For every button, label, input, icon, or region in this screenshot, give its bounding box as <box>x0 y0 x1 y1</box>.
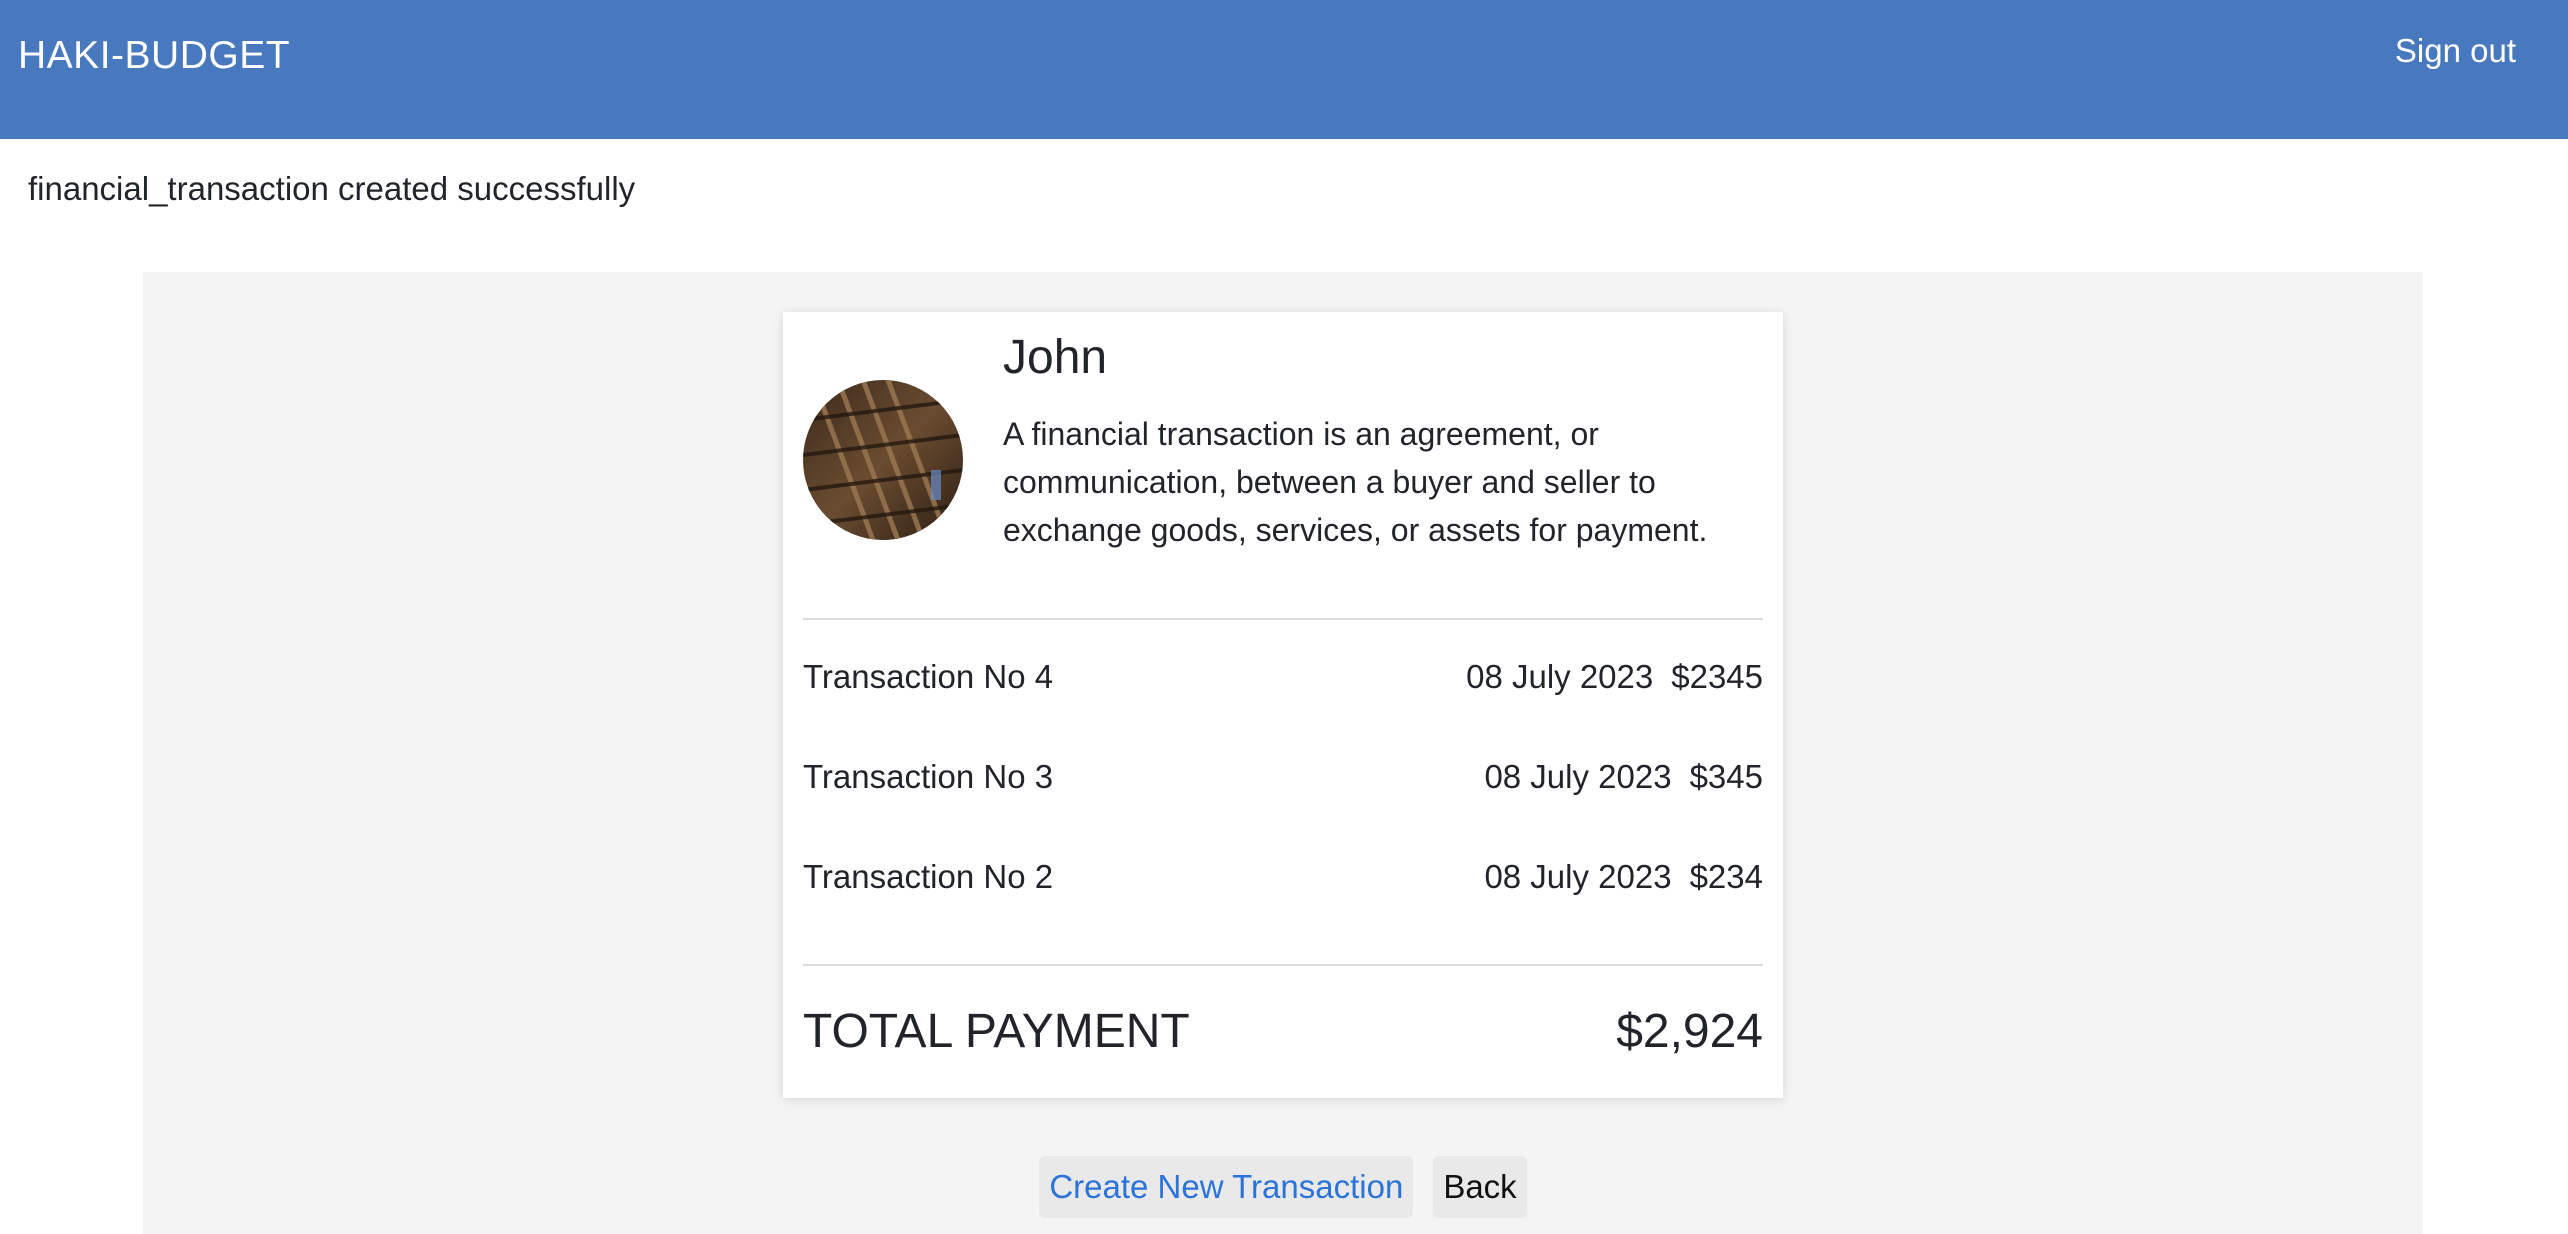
divider <box>803 618 1763 620</box>
transaction-date: 08 July 2023 <box>1484 758 1672 795</box>
transaction-row[interactable]: Transaction No 4 08 July 2023 $2345 <box>803 658 1763 708</box>
transaction-label: Transaction No 4 <box>803 658 1054 695</box>
avatar-image <box>803 380 963 540</box>
transaction-label: Transaction No 3 <box>803 758 1054 795</box>
create-transaction-button[interactable]: Create New Transaction <box>1039 1156 1414 1218</box>
total-label: TOTAL PAYMENT <box>803 1005 1190 1058</box>
total-value: $2,924 <box>1616 1005 1763 1058</box>
user-name: John <box>1003 331 1108 384</box>
transaction-card: John A financial transaction is an agree… <box>783 312 1783 1098</box>
transaction-amount: $234 <box>1689 858 1763 895</box>
back-button[interactable]: Back <box>1433 1156 1527 1218</box>
user-description: A financial transaction is an agreement,… <box>1003 416 1708 548</box>
avatar <box>803 380 963 540</box>
transaction-date: 08 July 2023 <box>1466 658 1654 695</box>
transaction-amount: $345 <box>1689 758 1763 795</box>
top-navbar: HAKI-BUDGET Sign out <box>0 0 2568 139</box>
action-bar: Create New Transaction Back <box>143 1156 2423 1218</box>
transaction-label: Transaction No 2 <box>803 858 1054 895</box>
transaction-row[interactable]: Transaction No 3 08 July 2023 $345 <box>803 758 1763 808</box>
brand-logo[interactable]: HAKI-BUDGET <box>18 34 290 78</box>
flash-notice: financial_transaction created successful… <box>28 170 636 207</box>
transaction-amount: $2345 <box>1671 658 1763 695</box>
sign-out-link[interactable]: Sign out <box>2395 32 2516 70</box>
transaction-date: 08 July 2023 <box>1484 858 1672 895</box>
transaction-row[interactable]: Transaction No 2 08 July 2023 $234 <box>803 858 1763 908</box>
divider <box>803 964 1763 966</box>
total-row: TOTAL PAYMENT $2,924 <box>803 1004 1763 1074</box>
content-panel: John A financial transaction is an agree… <box>143 272 2423 1234</box>
